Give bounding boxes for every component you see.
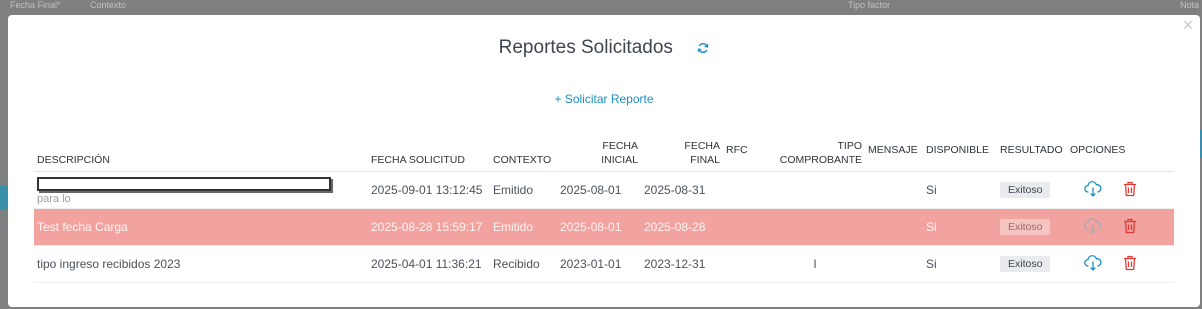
cell-rfc (723, 208, 765, 246)
cell-fecha-inicial: 2025-08-01 (557, 171, 641, 209)
cell-descripcion: Test fecha Carga (34, 208, 368, 246)
modal-header: Reportes Solicitados (8, 37, 1200, 59)
col-fecha-inicial: FECHA INICIAL (557, 133, 641, 172)
cell-opciones (1067, 208, 1174, 246)
cell-fecha-final: 2023-12-31 (641, 245, 723, 283)
cell-rfc (723, 171, 765, 209)
cell-descripcion-overflow: para lo (37, 192, 71, 205)
cell-contexto: Emitido (490, 208, 557, 246)
col-tipo-comprobante: TIPO COMPROBANTE (765, 133, 865, 172)
bg-label-nota: Nota (1180, 0, 1200, 10)
cloud-download-icon[interactable] (1084, 180, 1102, 200)
redacted-description (37, 176, 331, 191)
bg-label-contexto: Contexto (90, 0, 127, 10)
refresh-icon[interactable] (697, 41, 709, 59)
reports-modal: × Reportes Solicitados + Solicitar Repor… (8, 15, 1200, 307)
bg-edge-left (0, 186, 8, 210)
col-rfc: RFC (723, 133, 765, 172)
cell-fecha-solicitud: 2025-09-01 13:12:45 (368, 171, 490, 209)
table-row[interactable]: tipo ingreso recibidos 2023 2025-04-01 1… (34, 245, 1174, 283)
cell-fecha-inicial: 2025-08-01 (557, 208, 641, 246)
trash-icon[interactable] (1123, 255, 1137, 274)
cell-disponible: Si (923, 245, 997, 283)
close-button[interactable]: × (1178, 15, 1198, 35)
bg-label-fecha-final: Fecha Final* (10, 0, 61, 10)
reports-table: DESCRIPCIÓN FECHA SOLICITUD CONTEXTO FEC… (34, 133, 1174, 283)
status-badge: Exitoso (1000, 219, 1051, 235)
col-fecha-final: FECHA FINAL (641, 133, 723, 172)
request-report-link[interactable]: + Solicitar Reporte (8, 92, 1200, 106)
cell-mensaje (865, 208, 923, 246)
cell-tipo-comprobante (765, 171, 865, 209)
cell-fecha-final: 2025-08-31 (641, 171, 723, 209)
cell-fecha-solicitud: 2025-08-28 15:59:17 (368, 208, 490, 246)
cloud-download-icon[interactable] (1084, 217, 1102, 237)
cell-fecha-inicial: 2023-01-01 (557, 245, 641, 283)
col-mensaje: MENSAJE (865, 133, 923, 172)
cell-opciones (1067, 245, 1174, 283)
table-header-row: DESCRIPCIÓN FECHA SOLICITUD CONTEXTO FEC… (34, 133, 1174, 172)
modal-title: Reportes Solicitados (498, 37, 673, 58)
cell-contexto: Recibido (490, 245, 557, 283)
cell-fecha-final: 2025-08-28 (641, 208, 723, 246)
cell-disponible: Si (923, 208, 997, 246)
cell-resultado: Exitoso (997, 245, 1067, 283)
cell-contexto: Emitido (490, 171, 557, 209)
col-disponible: DISPONIBLE (923, 133, 997, 172)
cell-resultado: Exitoso (997, 171, 1067, 209)
col-opciones: OPCIONES (1067, 133, 1174, 172)
cell-descripcion: para lo (34, 171, 368, 209)
cell-disponible: Si (923, 171, 997, 209)
cell-descripcion: tipo ingreso recibidos 2023 (34, 245, 368, 283)
table-row[interactable]: Test fecha Carga 2025-08-28 15:59:17 Emi… (34, 208, 1174, 246)
cell-fecha-solicitud: 2025-04-01 11:36:21 (368, 245, 490, 283)
trash-icon[interactable] (1123, 218, 1137, 237)
cell-resultado: Exitoso (997, 208, 1067, 246)
cell-tipo-comprobante (765, 208, 865, 246)
trash-icon[interactable] (1123, 181, 1137, 200)
cell-rfc (723, 245, 765, 283)
cloud-download-icon[interactable] (1084, 254, 1102, 274)
cell-opciones (1067, 171, 1174, 209)
status-badge: Exitoso (1000, 256, 1051, 272)
col-resultado: RESULTADO (997, 133, 1067, 172)
cell-tipo-comprobante: I (765, 245, 865, 283)
status-badge: Exitoso (1000, 182, 1051, 198)
col-descripcion: DESCRIPCIÓN (34, 133, 368, 172)
cell-mensaje (865, 171, 923, 209)
cell-mensaje (865, 245, 923, 283)
table-row[interactable]: para lo 2025-09-01 13:12:45 Emitido 2025… (34, 171, 1174, 209)
bg-label-tipo-factor: Tipo factor (848, 0, 891, 10)
col-fecha-solicitud: FECHA SOLICITUD (368, 133, 490, 172)
col-contexto: CONTEXTO (490, 133, 557, 172)
